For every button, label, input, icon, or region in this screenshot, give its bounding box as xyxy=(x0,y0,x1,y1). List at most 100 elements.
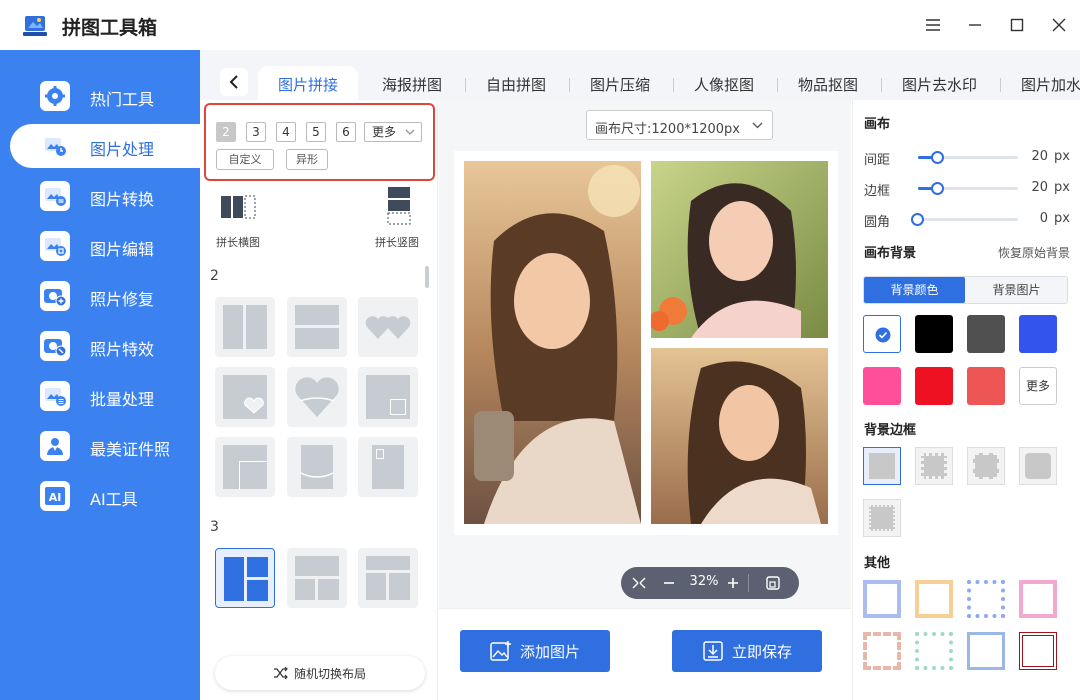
back-button[interactable] xyxy=(220,68,248,96)
sidebar-item-image-edit[interactable]: 图片编辑 xyxy=(10,224,200,268)
color-swatch-black[interactable] xyxy=(915,315,953,353)
sidebar-item-photo-repair[interactable]: 照片修复 xyxy=(10,274,200,318)
color-swatch-red[interactable] xyxy=(915,367,953,405)
count-2-button[interactable]: 2 xyxy=(216,122,236,142)
more-dropdown[interactable]: 更多 xyxy=(364,122,422,142)
layout-2-corner-overlap[interactable] xyxy=(215,437,275,497)
close-button[interactable] xyxy=(1048,14,1070,36)
layout-2-hearts[interactable] xyxy=(358,297,418,357)
maximize-button[interactable] xyxy=(1006,14,1028,36)
collage-photo-2[interactable] xyxy=(651,161,828,338)
tab-remove-watermark[interactable]: 图片去水印 xyxy=(902,74,977,95)
download-icon xyxy=(703,641,723,661)
zoom-out-button[interactable] xyxy=(661,575,677,591)
color-swatch-coral[interactable] xyxy=(967,367,1005,405)
special-shape-button[interactable]: 异形 xyxy=(286,149,328,170)
color-swatch-blue[interactable] xyxy=(1019,315,1057,353)
border-label: 边框 xyxy=(864,184,891,199)
app-logo-icon xyxy=(23,16,47,36)
menu-button[interactable] xyxy=(922,14,944,36)
color-swatch-pink[interactable] xyxy=(863,367,901,405)
count-4-button[interactable]: 4 xyxy=(276,122,296,142)
decor-frame-blue[interactable] xyxy=(863,580,901,618)
count-5-button[interactable]: 5 xyxy=(306,122,326,142)
layout-2-small-inset[interactable] xyxy=(358,437,418,497)
canvas-section-title: 画布 xyxy=(864,117,891,132)
decor-frame-light-blue[interactable] xyxy=(967,632,1005,670)
collage-photo-3[interactable] xyxy=(651,348,828,524)
image-edit-icon xyxy=(40,231,70,261)
minimize-button[interactable] xyxy=(964,14,986,36)
tab-image-stitch[interactable]: 图片拼接 xyxy=(258,66,359,100)
maximize-icon xyxy=(1010,18,1024,32)
count-3-button[interactable]: 3 xyxy=(246,122,266,142)
frame-option-wavy[interactable] xyxy=(1019,447,1057,485)
tab-free-collage[interactable]: 自由拼图 xyxy=(486,74,546,95)
zoom-in-button[interactable] xyxy=(725,575,741,591)
collage-photo-1[interactable] xyxy=(464,161,641,524)
frame-option-stamp[interactable] xyxy=(915,447,953,485)
frame-option-plain[interactable] xyxy=(863,447,901,485)
corner-slider[interactable] xyxy=(918,218,1018,221)
layout-2-horizontal-split[interactable] xyxy=(287,297,347,357)
tab-portrait-cutout[interactable]: 人像抠图 xyxy=(694,74,754,95)
decor-frame-red[interactable] xyxy=(1019,632,1057,670)
long-horizontal-button[interactable]: 拼长横图 xyxy=(214,190,274,249)
layout-2-heart[interactable] xyxy=(287,367,347,427)
group-2-label: 2 xyxy=(210,268,219,284)
corner-slider-knob[interactable] xyxy=(911,213,924,226)
tab-image-compress[interactable]: 图片压缩 xyxy=(590,74,650,95)
portrait-photo-icon xyxy=(464,161,641,524)
decor-frame-dots[interactable] xyxy=(967,580,1005,618)
tab-object-cutout[interactable]: 物品抠图 xyxy=(798,74,858,95)
frame-option-torn[interactable] xyxy=(863,499,901,537)
spacing-slider-knob[interactable] xyxy=(931,151,944,164)
layout-2-vertical-split[interactable] xyxy=(215,297,275,357)
layout-3-bottom-split[interactable] xyxy=(287,548,347,608)
decor-frame-orange[interactable] xyxy=(915,580,953,618)
long-vertical-button[interactable]: 拼长竖图 xyxy=(372,184,432,249)
sidebar-item-hot-tools[interactable]: 热门工具 xyxy=(10,74,200,118)
sidebar-item-photo-effect[interactable]: 照片特效 xyxy=(10,324,200,368)
layout-2-square-inset[interactable] xyxy=(358,367,418,427)
layout-scrollbar[interactable] xyxy=(425,266,429,288)
frame-option-zigzag[interactable] xyxy=(967,447,1005,485)
border-slider-knob[interactable] xyxy=(931,182,944,195)
sidebar-item-image-convert[interactable]: 图片转换 xyxy=(10,174,200,218)
decor-frame-floral[interactable] xyxy=(863,632,901,670)
decor-frame-mint[interactable] xyxy=(915,632,953,670)
layout-2-curved[interactable] xyxy=(287,437,347,497)
restore-bg-link[interactable]: 恢复原始背景 xyxy=(998,244,1070,261)
sidebar-item-id-photo[interactable]: 最美证件照 xyxy=(10,424,200,468)
more-colors-button[interactable]: 更多 xyxy=(1019,367,1057,405)
fit-button[interactable] xyxy=(631,575,647,591)
more-dropdown-label: 更多 xyxy=(372,125,397,139)
canvas-size-dropdown[interactable]: 画布尺寸:1200*1200px xyxy=(586,110,773,140)
count-6-button[interactable]: 6 xyxy=(336,122,356,142)
photo-repair-icon xyxy=(40,281,70,311)
bg-image-tab[interactable]: 背景图片 xyxy=(966,277,1067,303)
portrait-photo-icon xyxy=(651,161,828,338)
bg-color-tab[interactable]: 背景颜色 xyxy=(864,277,965,303)
random-layout-button[interactable]: 随机切换布局 xyxy=(215,656,425,690)
ai-icon: AI xyxy=(40,481,70,511)
border-value: 20 xyxy=(1031,180,1048,195)
layout-2-heart-inset[interactable] xyxy=(215,367,275,427)
tab-poster-collage[interactable]: 海报拼图 xyxy=(382,74,442,95)
layout-3-top-wide[interactable] xyxy=(358,548,418,608)
image-convert-icon xyxy=(40,181,70,211)
custom-layout-button[interactable]: 自定义 xyxy=(216,149,274,170)
sidebar-item-image-process[interactable]: 图片处理 xyxy=(10,124,200,168)
fit-screen-button[interactable] xyxy=(765,575,781,591)
save-button[interactable]: 立即保存 xyxy=(672,630,822,672)
add-image-button[interactable]: 添加图片 xyxy=(460,630,610,672)
color-swatch-gray[interactable] xyxy=(967,315,1005,353)
tab-add-watermark[interactable]: 图片加水 xyxy=(1021,74,1080,95)
group-3-label: 3 xyxy=(210,519,219,535)
layout-3-left-big[interactable] xyxy=(215,548,275,608)
corner-unit: px xyxy=(1054,211,1070,226)
sidebar-item-ai-tools[interactable]: AI AI工具 xyxy=(10,474,200,518)
color-swatch-white[interactable] xyxy=(863,315,901,353)
decor-frame-pink[interactable] xyxy=(1019,580,1057,618)
sidebar-item-batch[interactable]: 批量处理 xyxy=(10,374,200,418)
